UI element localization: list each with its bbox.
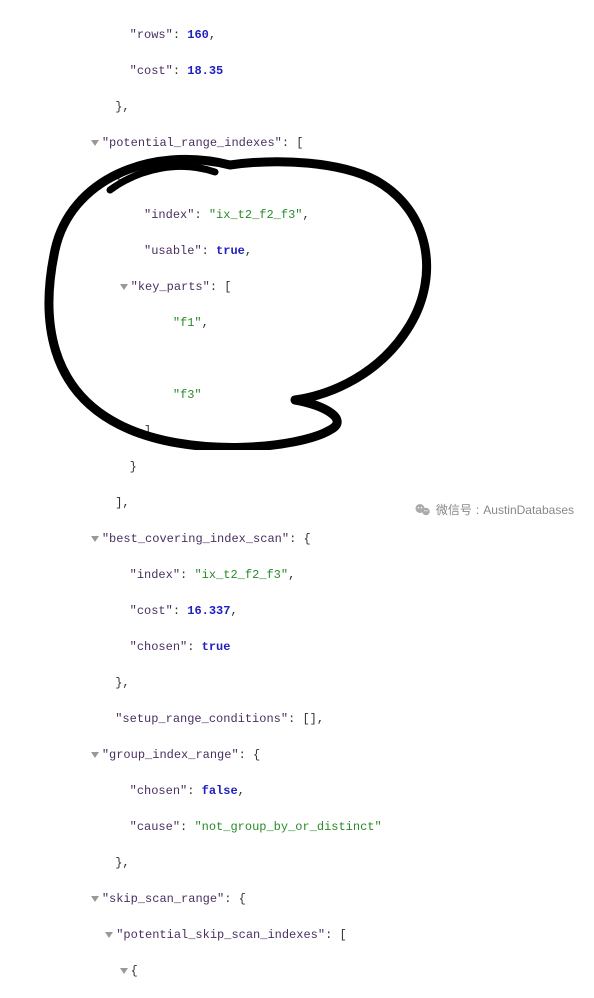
code-line: "setup_range_conditions": [], [0, 710, 594, 728]
code-line: "index": "ix_t2_f2_f3", [0, 566, 594, 584]
code-line: "usable": true, [0, 242, 594, 260]
code-line: } [0, 458, 594, 476]
code-line: "group_index_range": { [0, 746, 594, 764]
code-line: "f3" [0, 386, 594, 404]
code-line: { [0, 962, 594, 980]
code-line: "index": "ix_t2_f2_f3", [0, 206, 594, 224]
json-code-block: "rows": 160, "cost": 18.35 }, "potential… [0, 0, 594, 998]
code-line: "cause": "not_group_by_or_distinct" [0, 818, 594, 836]
code-line: ] [0, 422, 594, 440]
code-line: "rows": 160, [0, 26, 594, 44]
collapse-caret-icon[interactable] [91, 536, 99, 542]
code-line: "best_covering_index_scan": { [0, 530, 594, 548]
collapse-caret-icon[interactable] [120, 284, 128, 290]
code-line: "cost": 18.35 [0, 62, 594, 80]
code-line: { [0, 170, 594, 188]
collapse-caret-icon[interactable] [91, 140, 99, 146]
code-line: }, [0, 854, 594, 872]
code-line: "potential_range_indexes": [ [0, 134, 594, 152]
wechat-watermark: 微信号: AustinDatabases [414, 501, 574, 519]
wechat-value: AustinDatabases [483, 501, 574, 519]
code-line: "f1", [0, 314, 594, 332]
code-line: "skip_scan_range": { [0, 890, 594, 908]
code-line: "cost": 16.337, [0, 602, 594, 620]
code-line: }, [0, 674, 594, 692]
wechat-label: 微信号 [436, 501, 472, 519]
code-line: "chosen": false, [0, 782, 594, 800]
collapse-caret-icon[interactable] [91, 896, 99, 902]
code-line: "key_parts": [ [0, 278, 594, 296]
code-line: "potential_skip_scan_indexes": [ [0, 926, 594, 944]
collapse-caret-icon[interactable] [105, 932, 113, 938]
collapse-caret-icon[interactable] [120, 968, 128, 974]
wechat-icon [414, 501, 432, 519]
code-line [0, 350, 594, 368]
collapse-caret-icon[interactable] [105, 176, 113, 182]
collapse-caret-icon[interactable] [91, 752, 99, 758]
code-line: "chosen": true [0, 638, 594, 656]
code-line: }, [0, 98, 594, 116]
